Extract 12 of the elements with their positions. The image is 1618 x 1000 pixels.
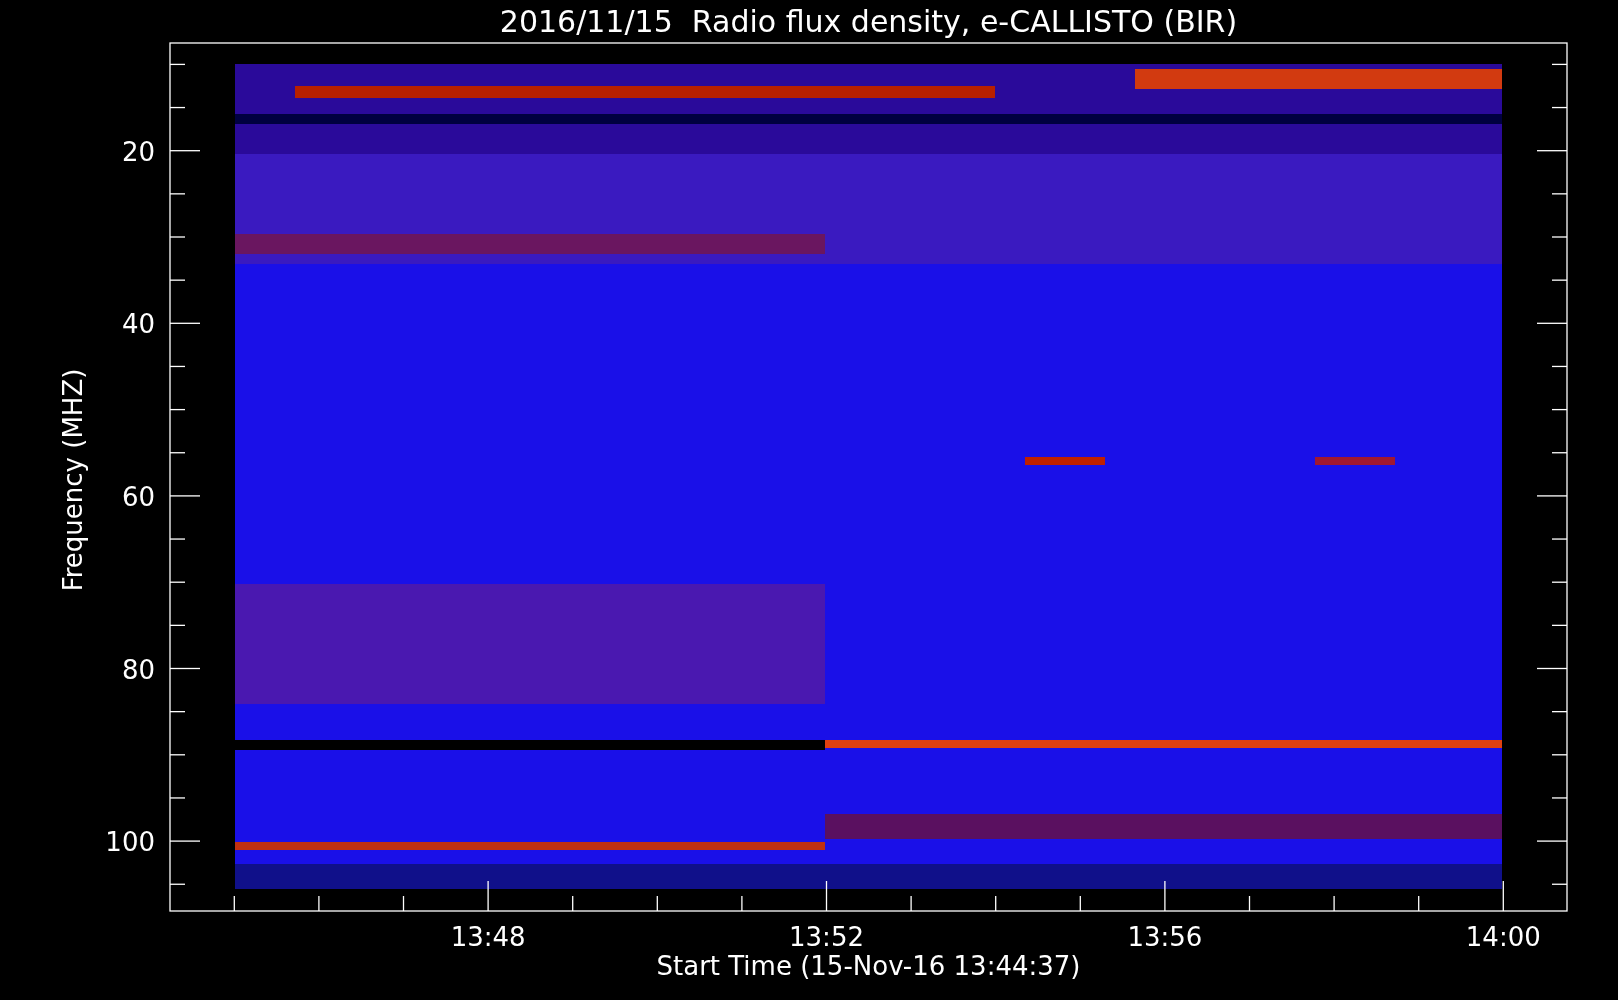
tick-label: 13:48	[450, 922, 526, 952]
tick-label: 13:52	[789, 922, 864, 952]
tick-label: 60	[121, 481, 155, 512]
tick-label: 40	[121, 309, 155, 340]
chart-title: 2016/11/15 Radio flux density, e-CALLISTO (BIR)	[499, 4, 1238, 39]
tick-label: 100	[105, 827, 155, 858]
tick-label: 80	[121, 654, 155, 685]
tick-label: 20	[121, 136, 155, 167]
axis-label: Start Time (15-Nov-16 13:44:37)	[656, 951, 1081, 981]
tick-label: 14:00	[1465, 922, 1541, 952]
tick-label: 13:56	[1127, 922, 1203, 952]
axis-label: Frequency (MHZ)	[58, 368, 88, 592]
